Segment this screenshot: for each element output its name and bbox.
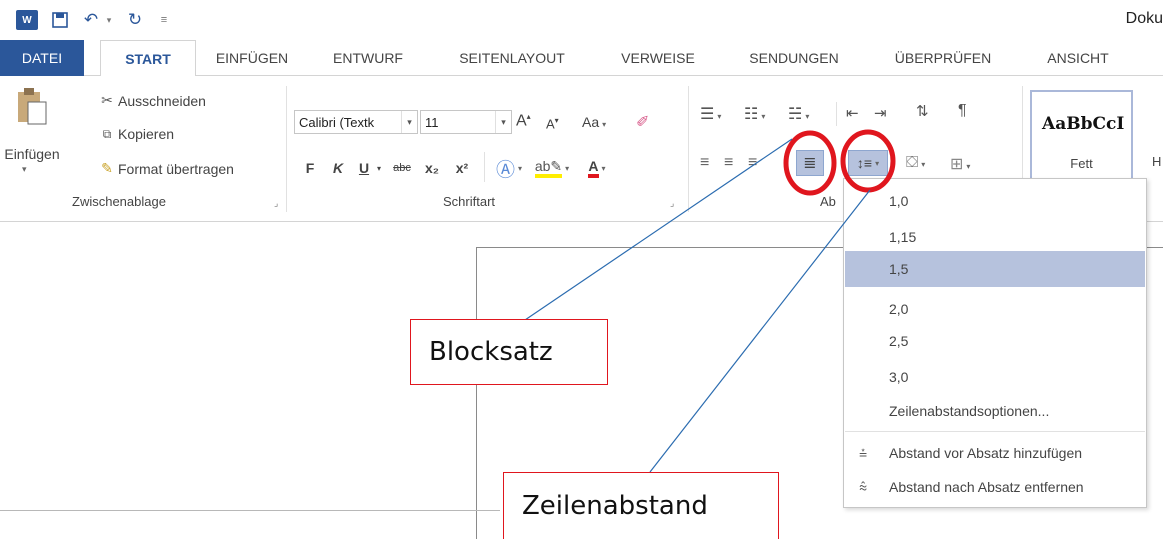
cut-label: Ausschneiden	[118, 92, 206, 109]
show-formatting-icon[interactable]: ¶	[958, 102, 967, 120]
menu-item-add-space-before[interactable]: ⩮ Abstand vor Absatz hinzufügen	[845, 435, 1145, 471]
word-icon: W	[16, 10, 38, 30]
copy-label: Kopieren	[118, 126, 175, 142]
callout-justify: Blocksatz	[410, 319, 608, 385]
tab-sendungen[interactable]: SENDUNGEN	[730, 40, 858, 76]
undo-dropdown-icon[interactable]: ▾	[104, 10, 114, 30]
remove-space-after-label: Abstand nach Absatz entfernen	[889, 479, 1084, 495]
format-painter-button[interactable]: ✎ Format übertragen	[96, 160, 234, 177]
line-spacing-button[interactable]: ↕≡ ▾	[848, 150, 888, 176]
format-painter-label: Format übertragen	[118, 160, 234, 177]
customize-icon[interactable]: ≡	[158, 10, 170, 30]
align-right-icon[interactable]: ≡	[748, 154, 757, 172]
superscript-button[interactable]: x²	[450, 156, 474, 180]
align-center-icon[interactable]: ≡	[724, 154, 733, 172]
italic-button[interactable]: K	[330, 156, 346, 180]
underline-button[interactable]: U	[356, 156, 372, 180]
paragraph-group-label: Ab	[820, 194, 836, 209]
menu-item-line-spacing-options[interactable]: Zeilenabstandsoptionen...	[845, 393, 1145, 429]
font-color-icon: A	[588, 158, 599, 178]
redo-icon[interactable]: ↻	[124, 10, 146, 30]
multilevel-list-icon[interactable]: ☵ ▾	[788, 104, 809, 124]
font-name-combo[interactable]: Calibri (Textk ▾	[294, 110, 418, 134]
tab-entwurf[interactable]: ENTWURF	[320, 40, 416, 76]
change-case-button[interactable]: Aa ▾	[582, 114, 606, 130]
menu-item-spacing-2-0[interactable]: 2,0	[845, 291, 1145, 327]
divider	[836, 102, 837, 126]
bold-button[interactable]: F	[302, 156, 318, 180]
copy-icon: ⧉	[102, 126, 112, 141]
bullets-icon[interactable]: ☰ ▾	[700, 104, 721, 124]
line-spacing-icon: ↕≡	[856, 155, 873, 171]
increase-indent-icon[interactable]: ⇥	[874, 104, 887, 122]
tab-ansicht[interactable]: ANSICHT	[1028, 40, 1128, 76]
tab-datei[interactable]: DATEI	[0, 40, 84, 76]
numbering-icon[interactable]: ☷ ▾	[744, 104, 765, 124]
tab-ueberpruefen[interactable]: ÜBERPRÜFEN	[878, 40, 1008, 76]
style-sample: AaBbCcI	[1042, 114, 1125, 134]
group-divider	[286, 86, 287, 212]
font-color-button[interactable]: A ▾	[580, 156, 614, 180]
clipboard-group-label: Zwischenablage	[72, 194, 166, 209]
clear-formatting-icon[interactable]: ✐	[636, 112, 649, 132]
add-space-before-label: Abstand vor Absatz hinzufügen	[889, 445, 1083, 461]
scissors-icon: ✂	[101, 92, 113, 108]
menu-item-spacing-1-15[interactable]: 1,15	[845, 219, 1145, 255]
remove-space-after-icon: ⩯	[859, 479, 868, 495]
save-icon[interactable]	[50, 10, 70, 30]
window-title: Doku	[1125, 10, 1163, 27]
shrink-font-icon[interactable]: A▾	[546, 116, 559, 131]
menu-item-spacing-1-5[interactable]: 1,5	[845, 251, 1145, 287]
style-gallery-item-next[interactable]: H	[1152, 154, 1161, 169]
ribbon-tabs: DATEI START EINFÜGEN ENTWURF SEITENLAYOU…	[0, 40, 1163, 77]
style-gallery-item-fett[interactable]: AaBbCcI Fett	[1030, 90, 1133, 180]
font-size-combo[interactable]: 11 ▾	[420, 110, 512, 134]
menu-item-spacing-3-0[interactable]: 3,0	[845, 359, 1145, 395]
sort-icon[interactable]: ⇅	[916, 102, 929, 120]
tab-einfuegen[interactable]: EINFÜGEN	[204, 40, 300, 76]
line-spacing-menu: 1,0 1,15 1,5 2,0 2,5 3,0 Zeilenabstandso…	[843, 178, 1147, 508]
tab-seitenlayout[interactable]: SEITENLAYOUT	[438, 40, 586, 76]
clipboard-launcher-icon[interactable]: ⌟	[274, 198, 278, 209]
text-effects-icon[interactable]: Ⓐ ▾	[494, 156, 524, 181]
decrease-indent-icon[interactable]: ⇤	[846, 104, 859, 122]
paste-icon[interactable]	[14, 86, 54, 126]
callout-line-spacing: Zeilenabstand	[503, 472, 779, 539]
cut-button[interactable]: ✂ Ausschneiden	[96, 92, 206, 109]
paste-dropdown-icon[interactable]: ▾	[22, 164, 27, 175]
font-group-label: Schriftart	[443, 194, 496, 209]
shading-icon[interactable]: ⛋ ▾	[906, 154, 925, 172]
copy-button[interactable]: ⧉ Kopieren	[96, 126, 174, 142]
style-name: Fett	[1070, 156, 1093, 171]
align-left-icon[interactable]: ≡	[700, 154, 709, 172]
justify-button[interactable]: ≣	[796, 150, 824, 176]
font-name-value: Calibri (Textk	[299, 114, 375, 130]
divider	[0, 510, 500, 511]
borders-icon[interactable]: ⊞ ▾	[950, 154, 970, 174]
font-launcher-icon[interactable]: ⌟	[670, 198, 674, 209]
strikethrough-button[interactable]: abc	[388, 156, 416, 180]
menu-item-spacing-1-0[interactable]: 1,0	[845, 183, 1145, 219]
justify-icon: ≣	[803, 155, 817, 172]
underline-dropdown-icon[interactable]: ▾	[374, 156, 384, 180]
chevron-down-icon[interactable]: ▾	[495, 111, 511, 133]
quick-access-toolbar: W ↶ ▾ ↻ ≡ Doku	[0, 0, 1163, 40]
grow-font-icon[interactable]: A▴	[516, 112, 531, 130]
paste-label[interactable]: Einfügen	[0, 146, 64, 162]
brush-icon: ✎	[101, 160, 113, 176]
font-size-value: 11	[425, 114, 439, 130]
tab-verweise[interactable]: VERWEISE	[608, 40, 708, 76]
menu-item-spacing-2-5[interactable]: 2,5	[845, 323, 1145, 359]
chevron-down-icon[interactable]: ▾	[401, 111, 417, 133]
highlighter-icon: ab✎	[534, 158, 563, 178]
menu-divider	[845, 431, 1145, 432]
tab-start[interactable]: START	[100, 40, 196, 77]
divider	[484, 152, 485, 182]
add-space-before-icon: ⩮	[859, 445, 868, 461]
highlight-color-button[interactable]: ab✎ ▾	[532, 156, 572, 180]
undo-icon[interactable]: ↶	[80, 10, 102, 30]
group-divider	[688, 86, 689, 212]
menu-item-remove-space-after[interactable]: ⩯ Abstand nach Absatz entfernen	[845, 469, 1145, 505]
subscript-button[interactable]: x₂	[420, 156, 444, 180]
